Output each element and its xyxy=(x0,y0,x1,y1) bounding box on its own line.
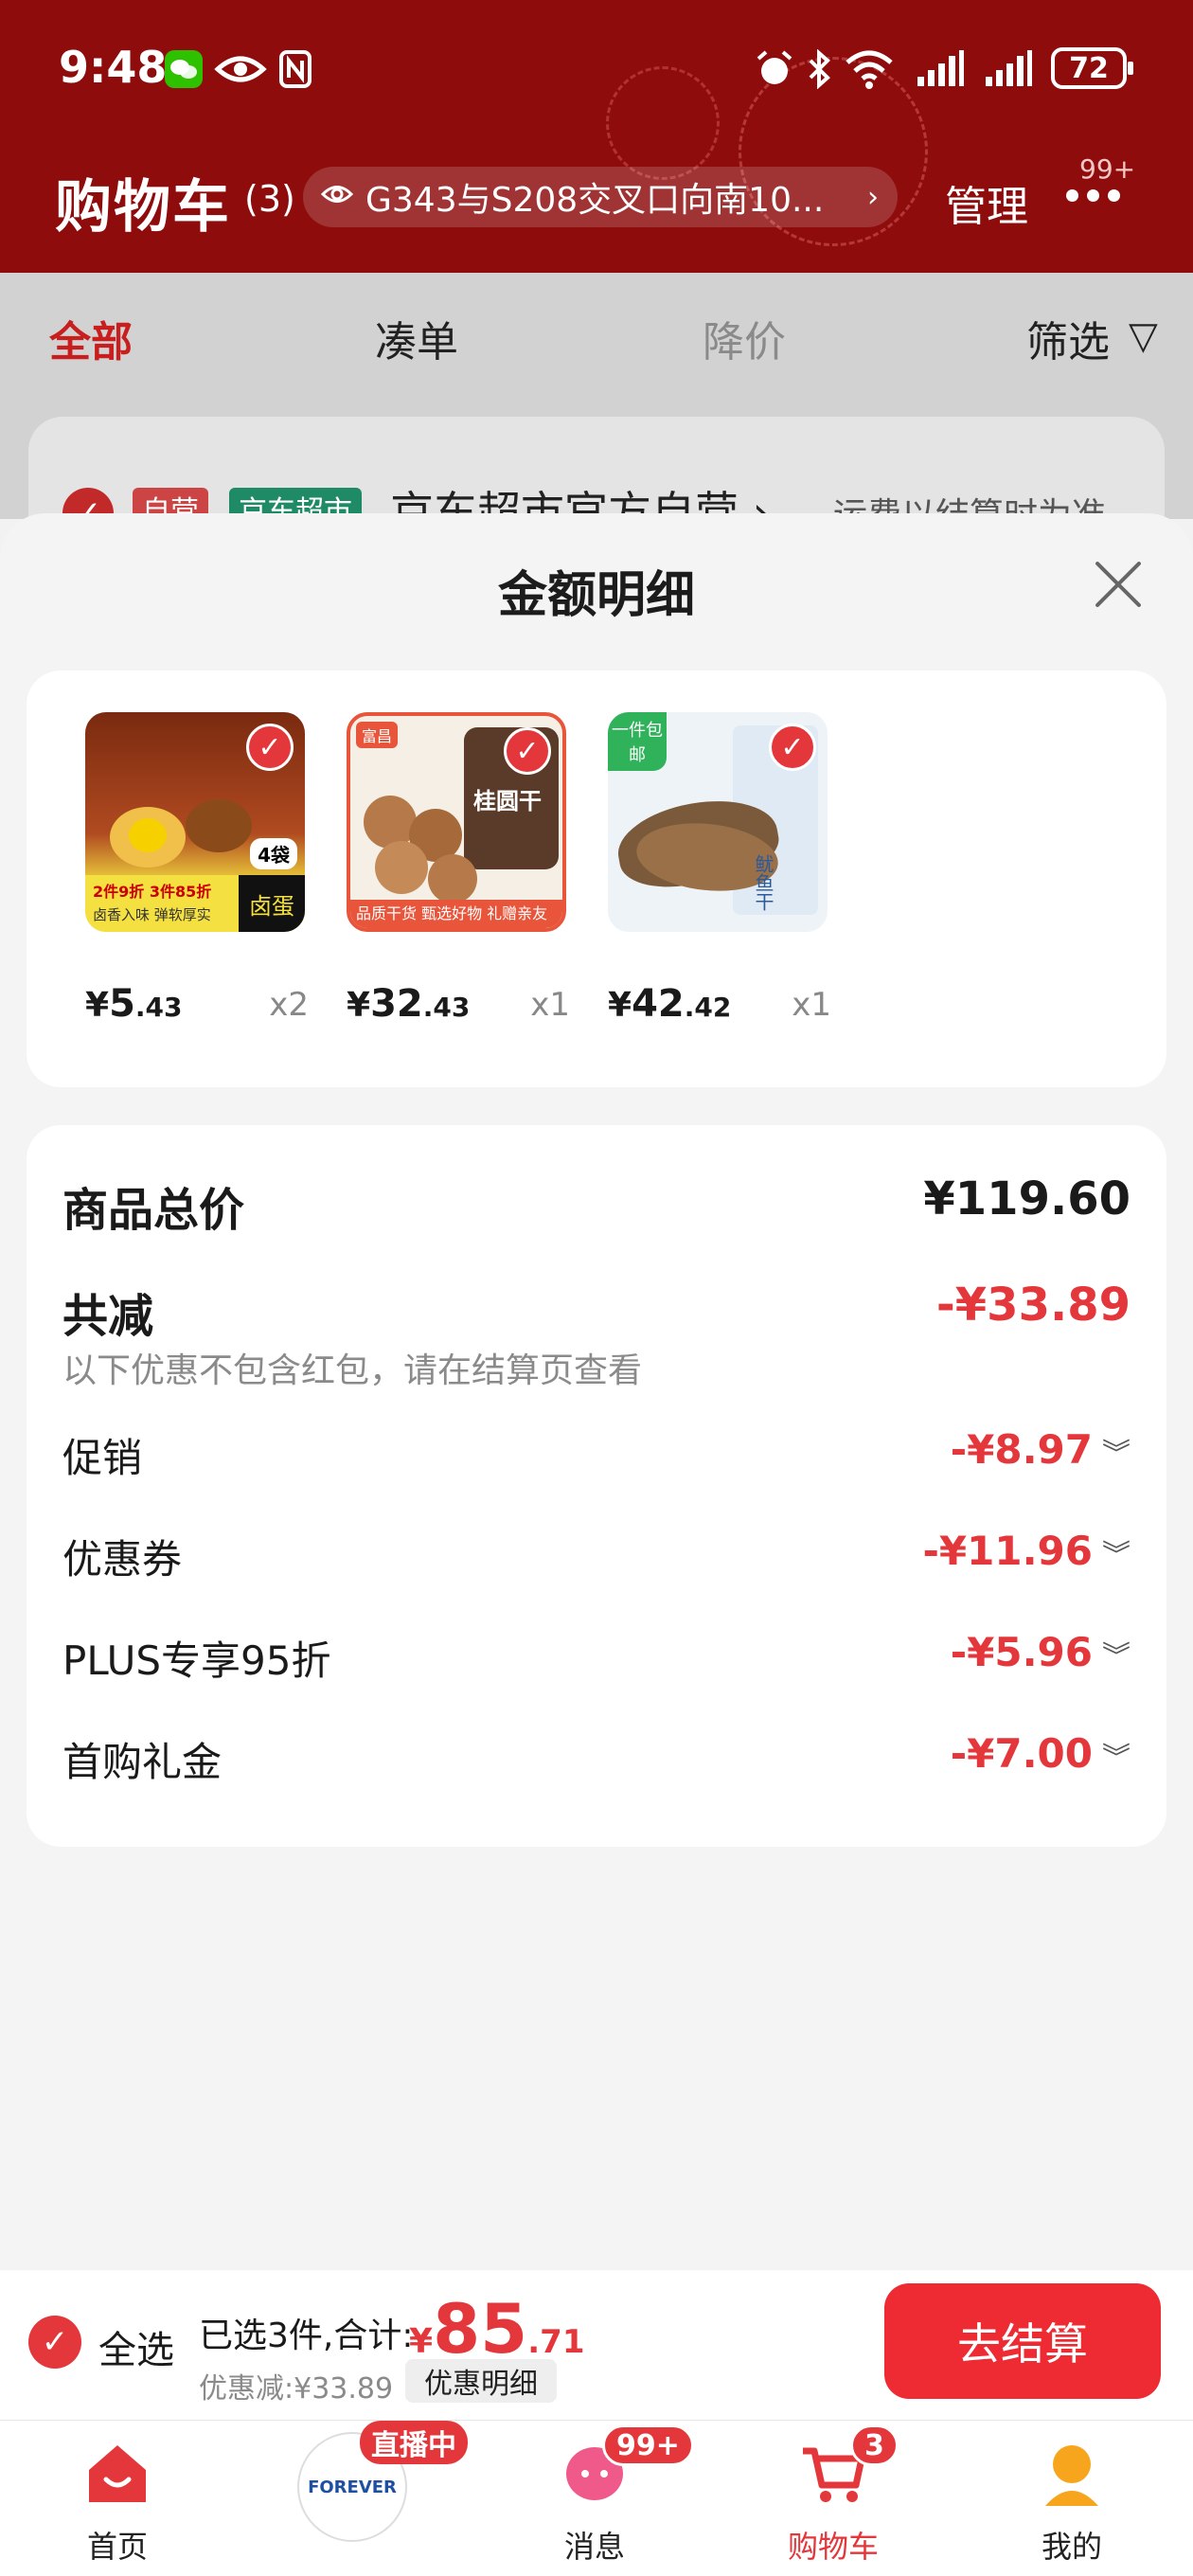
profile-icon xyxy=(1036,2438,1108,2510)
product-thumb-tag: 4袋 xyxy=(250,838,297,869)
filter-icon[interactable]: ▽ xyxy=(1129,314,1158,358)
sheet-title: 金额明细 xyxy=(497,567,695,624)
product-checkbox[interactable]: ✓ xyxy=(504,727,551,775)
product-note: 卤香入味 弹软厚实 xyxy=(93,906,211,923)
select-all-label[interactable]: 全选 xyxy=(98,2319,174,2374)
nav-label: 首页 xyxy=(86,2529,148,2565)
product-price: ¥5.43 xyxy=(85,982,183,1026)
chevron-down-icon: ︾ xyxy=(1102,1539,1131,1572)
nav-label: 购物车 xyxy=(787,2529,879,2565)
nav-profile[interactable]: 我的 xyxy=(977,2421,1166,2576)
promo-value: -¥8.97 ︾ xyxy=(950,1426,1131,1473)
promo-label: 促销 xyxy=(62,1435,143,1481)
product-item[interactable]: 2件9折 3件85折 卤香入味 弹软厚实 卤蛋 4袋 ✓ ¥5.43 x2 xyxy=(85,712,309,1026)
close-icon[interactable] xyxy=(1087,553,1149,616)
page-title: 购物车 xyxy=(55,174,231,241)
product-thumbnail: 一件包邮 鱿鱼干 ✓ xyxy=(608,712,828,932)
product-thumb-tag: 一件包邮 xyxy=(608,712,667,771)
total-price-label: 商品总价 xyxy=(62,1184,245,1237)
checkout-bar: ✓ 全选 已选3件,合计: ¥85.71 优惠减:¥33.89 优惠明细 去结算 xyxy=(0,2270,1193,2420)
location-icon xyxy=(320,178,354,217)
address-text: G343与S208交叉口向南10... xyxy=(365,181,825,220)
more-menu-icon[interactable] xyxy=(1066,189,1120,202)
tab-coudan[interactable]: 凑单 xyxy=(375,308,458,368)
product-quantity: x1 xyxy=(530,986,570,1024)
nav-cart[interactable]: 3 购物车 xyxy=(739,2421,928,2576)
message-badge: 99+ xyxy=(602,2424,694,2466)
product-checkbox[interactable]: ✓ xyxy=(769,724,816,771)
home-icon xyxy=(81,2438,153,2510)
status-bar: 9:48 72 xyxy=(0,36,1193,102)
tab-all[interactable]: 全部 xyxy=(49,308,133,368)
tab-filter[interactable]: 筛选 xyxy=(1026,308,1110,368)
status-time: 9:48 xyxy=(59,42,168,93)
product-item[interactable]: 富昌 桂圆干 品质干货 甄选好物 礼赠亲友 ✓ ¥32.43 x1 xyxy=(347,712,570,1026)
cart-badge: 3 xyxy=(850,2424,899,2466)
selected-count: 已选3件,合计: xyxy=(199,2317,414,2355)
wechat-icon xyxy=(163,49,205,89)
checkout-total: ¥85.71 xyxy=(409,2289,585,2369)
battery-indicator: 72 xyxy=(1051,47,1133,89)
product-list: 2件9折 3件85折 卤香入味 弹软厚实 卤蛋 4袋 ✓ ¥5.43 x2 富昌… xyxy=(27,671,1166,1087)
nav-label: 我的 xyxy=(1041,2529,1102,2565)
signal-icon xyxy=(915,49,966,89)
product-thumbnail: 富昌 桂圆干 品质干货 甄选好物 礼赠亲友 ✓ xyxy=(347,712,566,932)
nav-home[interactable]: 首页 xyxy=(23,2421,212,2576)
discount-amount: 优惠减:¥33.89 xyxy=(199,2372,394,2406)
plus-discount-value: -¥5.96 ︾ xyxy=(950,1629,1131,1675)
total-reduce-value: -¥33.89 xyxy=(935,1279,1131,1332)
address-selector[interactable]: G343与S208交叉口向南10... › xyxy=(303,167,898,227)
product-thumb-label: 卤蛋 xyxy=(239,875,305,932)
wifi-icon xyxy=(843,49,896,89)
signal-icon xyxy=(983,49,1034,89)
reduce-note: 以下优惠不包含红包，请在结算页查看 xyxy=(62,1351,643,1390)
chevron-down-icon: ︾ xyxy=(1102,1438,1131,1471)
total-reduce-label: 共减 xyxy=(62,1290,154,1343)
product-thumb-label: 桂圆干 xyxy=(473,788,542,814)
cart-item-count: (3) xyxy=(244,178,295,220)
product-price: ¥42.42 xyxy=(608,982,732,1026)
live-badge: 直播中 xyxy=(360,2421,468,2464)
header-bar: 9:48 72 购物车 (3) G343与S208交叉口向南10... › 管理… xyxy=(0,0,1193,273)
bluetooth-icon xyxy=(805,49,833,89)
chevron-right-icon: › xyxy=(867,180,879,214)
coupon-value: -¥11.96 ︾ xyxy=(922,1528,1131,1574)
manage-button[interactable]: 管理 xyxy=(945,172,1028,233)
first-purchase-label: 首购礼金 xyxy=(62,1739,223,1785)
bottom-nav: 首页 FOREVER 直播中 99+ 消息 3 购物车 我的 xyxy=(0,2420,1193,2576)
discount-detail-button[interactable]: 优惠明细 xyxy=(405,2359,557,2403)
coupon-label: 优惠券 xyxy=(62,1536,183,1583)
amount-detail-sheet: 金额明细 2件9折 3件85折 卤香入味 弹软厚实 卤蛋 4袋 ✓ ¥5.43 … xyxy=(0,513,1193,2270)
more-badge: 99+ xyxy=(1079,153,1136,185)
product-thumbnail: 2件9折 3件85折 卤香入味 弹软厚实 卤蛋 4袋 ✓ xyxy=(85,712,305,932)
brand-text: FOREVER xyxy=(308,2477,397,2497)
product-brand-tag: 富昌 xyxy=(356,722,399,748)
first-purchase-value: -¥7.00 ︾ xyxy=(950,1730,1131,1777)
nfc-icon xyxy=(276,49,314,89)
product-thumb-label: 鱿鱼干 xyxy=(752,854,775,911)
price-summary-card: 商品总价 ¥119.60 共减 -¥33.89 以下优惠不包含红包，请在结算页查… xyxy=(27,1125,1166,1847)
product-quantity: x2 xyxy=(269,986,309,1024)
checkout-button[interactable]: 去结算 xyxy=(884,2283,1161,2399)
tab-price-drop[interactable]: 降价 xyxy=(703,308,786,368)
select-all-checkbox[interactable]: ✓ xyxy=(28,2316,81,2369)
chevron-down-icon: ︾ xyxy=(1102,1640,1131,1673)
product-promo: 2件9折 3件85折 xyxy=(93,883,212,901)
product-quantity: x1 xyxy=(792,986,831,1024)
product-checkbox[interactable]: ✓ xyxy=(246,724,294,771)
product-item[interactable]: 一件包邮 鱿鱼干 ✓ ¥42.42 x1 xyxy=(608,712,831,1026)
nav-label: 消息 xyxy=(563,2529,625,2565)
total-price-value: ¥119.60 xyxy=(923,1172,1131,1225)
chevron-down-icon: ︾ xyxy=(1102,1742,1131,1775)
alarm-icon xyxy=(754,49,795,89)
plus-discount-label: PLUS专享95折 xyxy=(62,1637,331,1684)
product-price: ¥32.43 xyxy=(347,982,471,1026)
eye-icon xyxy=(214,49,267,89)
product-promo: 品质干货 甄选好物 礼赠亲友 xyxy=(356,904,548,922)
nav-messages[interactable]: 99+ 消息 xyxy=(500,2421,694,2576)
